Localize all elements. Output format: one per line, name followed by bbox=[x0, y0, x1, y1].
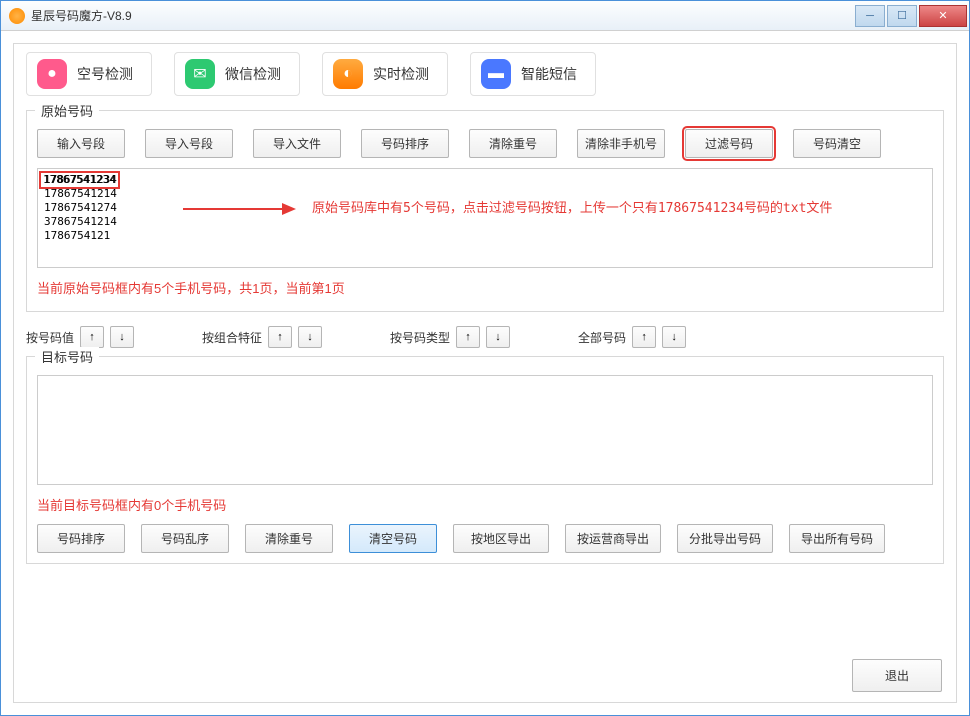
app-icon bbox=[9, 8, 25, 24]
export-region-button[interactable]: 按地区导出 bbox=[453, 524, 549, 553]
number-line: 37867541214 bbox=[44, 215, 926, 229]
input-segment-button[interactable]: 输入号段 bbox=[37, 129, 125, 158]
sort-up-button[interactable]: ↑ bbox=[80, 326, 104, 348]
export-all-button[interactable]: 导出所有号码 bbox=[789, 524, 885, 553]
sort-up-button[interactable]: ↑ bbox=[632, 326, 656, 348]
target-title: 目标号码 bbox=[35, 347, 99, 366]
target-dedupe-button[interactable]: 清除重号 bbox=[245, 524, 333, 553]
tab-empty-check[interactable]: ● 空号检测 bbox=[26, 52, 152, 96]
top-tabs: ● 空号检测 ✉ 微信检测 ◐ 实时检测 ▬ 智能短信 bbox=[26, 52, 944, 96]
export-batch-button[interactable]: 分批导出号码 bbox=[677, 524, 773, 553]
target-clear-button[interactable]: 清空号码 bbox=[349, 524, 437, 553]
sort-down-button[interactable]: ↓ bbox=[110, 326, 134, 348]
number-line: 17867541214 bbox=[44, 187, 926, 201]
source-status: 当前原始号码框内有5个手机号码，共1页，当前第1页 bbox=[37, 278, 933, 297]
sort-label: 按号码值 bbox=[26, 329, 74, 346]
target-shuffle-button[interactable]: 号码乱序 bbox=[141, 524, 229, 553]
import-file-button[interactable]: 导入文件 bbox=[253, 129, 341, 158]
sort-up-button[interactable]: ↑ bbox=[268, 326, 292, 348]
window-controls: ─ ☐ ✕ bbox=[855, 5, 969, 27]
target-status: 当前目标号码框内有0个手机号码 bbox=[37, 495, 933, 514]
tab-label: 空号检测 bbox=[77, 64, 133, 84]
source-number-list[interactable]: 17867541234 17867541234 17867541214 1786… bbox=[37, 168, 933, 268]
sort-label: 按号码类型 bbox=[390, 329, 450, 346]
clock-icon: ◐ bbox=[333, 59, 363, 89]
tab-smart-sms[interactable]: ▬ 智能短信 bbox=[470, 52, 596, 96]
minimize-button[interactable]: ─ bbox=[855, 5, 885, 27]
bubble-icon: ● bbox=[37, 59, 67, 89]
sort-by-value: 按号码值 ↑ ↓ bbox=[26, 326, 134, 348]
tab-wechat-check[interactable]: ✉ 微信检测 bbox=[174, 52, 300, 96]
close-button[interactable]: ✕ bbox=[919, 5, 967, 27]
window-title: 星辰号码魔方-V8.9 bbox=[31, 7, 855, 24]
sort-up-button[interactable]: ↑ bbox=[456, 326, 480, 348]
sort-down-button[interactable]: ↓ bbox=[662, 326, 686, 348]
maximize-button[interactable]: ☐ bbox=[887, 5, 917, 27]
import-segment-button[interactable]: 导入号段 bbox=[145, 129, 233, 158]
wechat-icon: ✉ bbox=[185, 59, 215, 89]
dedupe-button[interactable]: 清除重号 bbox=[469, 129, 557, 158]
target-toolbar: 号码排序 号码乱序 清除重号 清空号码 按地区导出 按运营商导出 分批导出号码 … bbox=[37, 524, 933, 553]
target-sort-button[interactable]: 号码排序 bbox=[37, 524, 125, 553]
number-line: 17867541274 bbox=[44, 201, 926, 215]
sort-down-button[interactable]: ↓ bbox=[486, 326, 510, 348]
chat-icon: ▬ bbox=[481, 59, 511, 89]
app-window: 星辰号码魔方-V8.9 ─ ☐ ✕ ● 空号检测 ✉ 微信检测 ◐ 实时检测 bbox=[0, 0, 970, 716]
client-area: ● 空号检测 ✉ 微信检测 ◐ 实时检测 ▬ 智能短信 原始号码 bbox=[1, 31, 969, 715]
sort-row: 按号码值 ↑ ↓ 按组合特征 ↑ ↓ 按号码类型 ↑ ↓ 全部号码 ↑ bbox=[26, 322, 944, 356]
exit-button[interactable]: 退出 bbox=[852, 659, 942, 692]
export-carrier-button[interactable]: 按运营商导出 bbox=[565, 524, 661, 553]
titlebar: 星辰号码魔方-V8.9 ─ ☐ ✕ bbox=[1, 1, 969, 31]
exit-row: 退出 bbox=[852, 659, 942, 692]
sort-all: 全部号码 ↑ ↓ bbox=[578, 326, 686, 348]
remove-nonmobile-button[interactable]: 清除非手机号 bbox=[577, 129, 665, 158]
number-line: 1786754121 bbox=[44, 229, 926, 243]
sort-label: 按组合特征 bbox=[202, 329, 262, 346]
target-section: 目标号码 当前目标号码框内有0个手机号码 号码排序 号码乱序 清除重号 清空号码… bbox=[26, 356, 944, 564]
clear-button[interactable]: 号码清空 bbox=[793, 129, 881, 158]
highlighted-number: 17867541234 bbox=[39, 171, 120, 189]
tab-label: 智能短信 bbox=[521, 64, 577, 84]
sort-down-button[interactable]: ↓ bbox=[298, 326, 322, 348]
filter-button[interactable]: 过滤号码 bbox=[685, 129, 773, 158]
sort-button[interactable]: 号码排序 bbox=[361, 129, 449, 158]
sort-label: 全部号码 bbox=[578, 329, 626, 346]
number-line: 17867541234 bbox=[44, 173, 926, 187]
target-number-list[interactable] bbox=[37, 375, 933, 485]
source-title: 原始号码 bbox=[35, 101, 99, 120]
source-section: 原始号码 输入号段 导入号段 导入文件 号码排序 清除重号 清除非手机号 过滤号… bbox=[26, 110, 944, 312]
sort-by-combo: 按组合特征 ↑ ↓ bbox=[202, 326, 322, 348]
tab-label: 微信检测 bbox=[225, 64, 281, 84]
tab-label: 实时检测 bbox=[373, 64, 429, 84]
tab-realtime-check[interactable]: ◐ 实时检测 bbox=[322, 52, 448, 96]
main-panel: ● 空号检测 ✉ 微信检测 ◐ 实时检测 ▬ 智能短信 原始号码 bbox=[13, 43, 957, 703]
sort-by-type: 按号码类型 ↑ ↓ bbox=[390, 326, 510, 348]
source-toolbar: 输入号段 导入号段 导入文件 号码排序 清除重号 清除非手机号 过滤号码 号码清… bbox=[37, 129, 933, 158]
